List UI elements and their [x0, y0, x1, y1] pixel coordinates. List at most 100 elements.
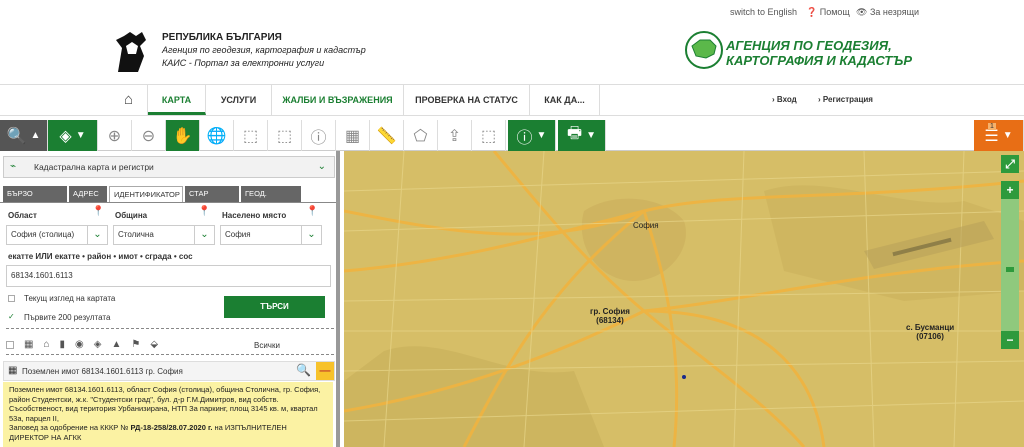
municipality-select[interactable]: Столична ⌄ [113, 225, 215, 245]
chevron-down-icon: ⌄ [317, 161, 326, 172]
polygon-icon: ⬠ [413, 127, 428, 145]
result-title: Поземлен имот 68134.1601.6113 гр. София [22, 367, 183, 376]
settlement-select[interactable]: София ⌄ [220, 225, 322, 245]
map-canvas[interactable]: София гр. София (68134) с. Бусманци (07106… [344, 151, 1024, 447]
globe-tool[interactable]: 🌐 [200, 120, 234, 151]
tab-quick-search[interactable]: БЪРЗО ТЪРСЕНЕ [3, 186, 67, 214]
location-info-button[interactable]: ⓘ ▼ [508, 120, 556, 151]
settlement-label: Населено място [222, 211, 287, 220]
info-tool[interactable]: ⓘ [302, 120, 336, 151]
low-vision-link[interactable]: 👁 За незрящи [856, 7, 919, 18]
current-view-checkbox[interactable] [8, 295, 15, 302]
measure-distance-tool[interactable]: 📏 [370, 120, 404, 151]
chevron-down-icon: ⌄ [194, 226, 214, 244]
first-200-checkbox[interactable]: ✓ [8, 312, 15, 321]
zoom-in-tool[interactable]: ⊕ [98, 120, 132, 151]
filter-all-checkbox[interactable] [6, 341, 14, 349]
agency-logo-icon [684, 30, 724, 70]
pan-tool[interactable]: ✋ [166, 120, 200, 151]
upload-icon: ⇪ [447, 127, 462, 145]
grid-icon[interactable]: ▦ [24, 339, 33, 350]
tab-address[interactable]: АДРЕС [69, 186, 107, 202]
nav-services[interactable]: УСЛУГИ [206, 85, 272, 115]
home-icon[interactable]: ⌂ [43, 339, 49, 350]
globe-icon: 🌐 [206, 127, 227, 145]
tabs-divider [0, 202, 336, 203]
location-info-icon: ⓘ [516, 129, 533, 147]
zoom-to-result-icon[interactable]: 🔍 [296, 363, 311, 377]
search-panel: ⌁ Кадастрална карта и регистри ⌄ БЪРЗО Т… [0, 151, 340, 447]
tab-old-identifier[interactable]: СТАР ИДЕНТ. [185, 186, 239, 214]
filter-icons: ▦ ⌂ ▮ ◉ ◈ ▲ ⚑ ⬙ [6, 339, 158, 350]
agency-logo-line2: КАРТОГРАФИЯ И КАДАСТЪР [726, 53, 912, 68]
tab-geodetic-base[interactable]: ГЕОД. ОСНОВА [241, 186, 301, 214]
nav-map[interactable]: КАРТА [148, 85, 206, 115]
nav-complaints[interactable]: ЖАЛБИ И ВЪЗРАЖЕНИЯ [272, 85, 404, 115]
layers-button[interactable]: ◈ ▼ [48, 120, 98, 151]
nav-how-to[interactable]: КАК ДА... [530, 85, 600, 115]
map-pin-icon[interactable]: 📍 [306, 206, 318, 217]
zoom-in-button[interactable]: + [1001, 181, 1019, 199]
search-tool-button[interactable]: 🔍 ▲ [0, 120, 48, 151]
divider [6, 328, 334, 329]
hand-icon: ✋ [172, 127, 193, 145]
site-header: switch to English ❓ Помощ 👁 За незрящи Р… [0, 0, 1024, 80]
map-pin-icon[interactable]: 📍 [198, 206, 210, 217]
register-link[interactable]: › Регистрация [818, 85, 873, 115]
search-icon: 🔍 [6, 127, 27, 145]
result-header[interactable]: ▦ Поземлен имот 68134.1601.6113 гр. Софи… [3, 361, 335, 381]
home-icon[interactable]: ⌂ [110, 85, 148, 115]
org-subtitle: Агенция по геодезия, картография и кадас… [162, 45, 366, 55]
results-count-badge: 1 [988, 123, 996, 130]
select-area-tool[interactable]: ⬚ [234, 120, 268, 151]
chevron-down-icon: ⌄ [87, 226, 107, 244]
layer-select[interactable]: ⌁ Кадастрална карта и регистри ⌄ [3, 156, 335, 178]
deselect-area-tool[interactable]: ⬚ [268, 120, 302, 151]
marker-icon[interactable]: ⬙ [150, 339, 158, 350]
measure-area-tool[interactable]: ⬠ [404, 120, 438, 151]
print-button[interactable]: 🖶 ▼ [558, 120, 606, 151]
tab-identifier[interactable]: ИДЕНТИФИКАТОР [109, 186, 183, 202]
map-pin-icon[interactable]: ◉ [75, 339, 84, 350]
clear-selection-icon: ⬚ [480, 127, 497, 145]
switch-language-link[interactable]: switch to English [730, 7, 797, 17]
upload-tool[interactable]: ⇪ [438, 120, 472, 151]
zoom-slider[interactable]: + − [1001, 181, 1019, 349]
map-label-sofia: гр. София (68134) [590, 307, 630, 325]
help-link[interactable]: ❓ Помощ [806, 7, 850, 18]
collapse-result-icon[interactable]: — [316, 362, 334, 380]
chevron-right-icon: › [818, 95, 821, 104]
identifier-label: екатте ИЛИ екатте • район • имот • сград… [8, 252, 193, 261]
chevron-right-icon: › [772, 95, 775, 104]
select-area-icon: ⬚ [242, 127, 259, 145]
first-200-label: Първите 200 резултата [24, 313, 111, 322]
results-menu-button[interactable]: ☰ 1 ▼ [974, 120, 1024, 151]
building-icon[interactable]: ▮ [60, 339, 66, 350]
clear-selection-tool[interactable]: ⬚ [472, 120, 506, 151]
layer-icon: ⌁ [10, 161, 17, 172]
layers-icon[interactable]: ◈ [94, 339, 102, 350]
search-button[interactable]: ТЪРСИ [224, 296, 325, 318]
chevron-down-icon: ▼ [1002, 130, 1013, 141]
triangle-icon[interactable]: ▲ [111, 339, 121, 350]
zoom-out-button[interactable]: − [1001, 331, 1019, 349]
ruler-icon: 📏 [376, 127, 397, 145]
flag-icon[interactable]: ⚑ [131, 339, 140, 350]
minus-icon: − [1006, 333, 1014, 347]
fullscreen-button[interactable]: ⤢ [1001, 155, 1019, 173]
chevron-up-icon: ▲ [30, 130, 41, 141]
login-link[interactable]: › Вход [772, 85, 797, 115]
region-select[interactable]: София (столица) ⌄ [6, 225, 108, 245]
all-label: Всички [254, 341, 280, 350]
map-tiles [344, 151, 1024, 447]
identifier-input[interactable]: 68134.1601.6113 [6, 265, 331, 287]
expand-icon: ⤢ [1005, 157, 1015, 171]
zoom-handle[interactable] [1006, 267, 1014, 272]
legend-tool[interactable]: ▦ [336, 120, 370, 151]
nav-status-check[interactable]: ПРОВЕРКА НА СТАТУС [404, 85, 530, 115]
map-toolbar: 🔍 ▲ ◈ ▼ ⊕ ⊖ ✋ 🌐 ⬚ ⬚ ⓘ ▦ 📏 ⬠ ⇪ ⬚ ⓘ ▼ 🖶 ▼ ☰ 1 … [0, 120, 1024, 151]
map-pin-icon[interactable]: 📍 [92, 206, 104, 217]
zoom-out-tool[interactable]: ⊖ [132, 120, 166, 151]
help-icon: ❓ [806, 7, 818, 17]
org-title: РЕПУБЛИКА БЪЛГАРИЯ [162, 32, 282, 43]
